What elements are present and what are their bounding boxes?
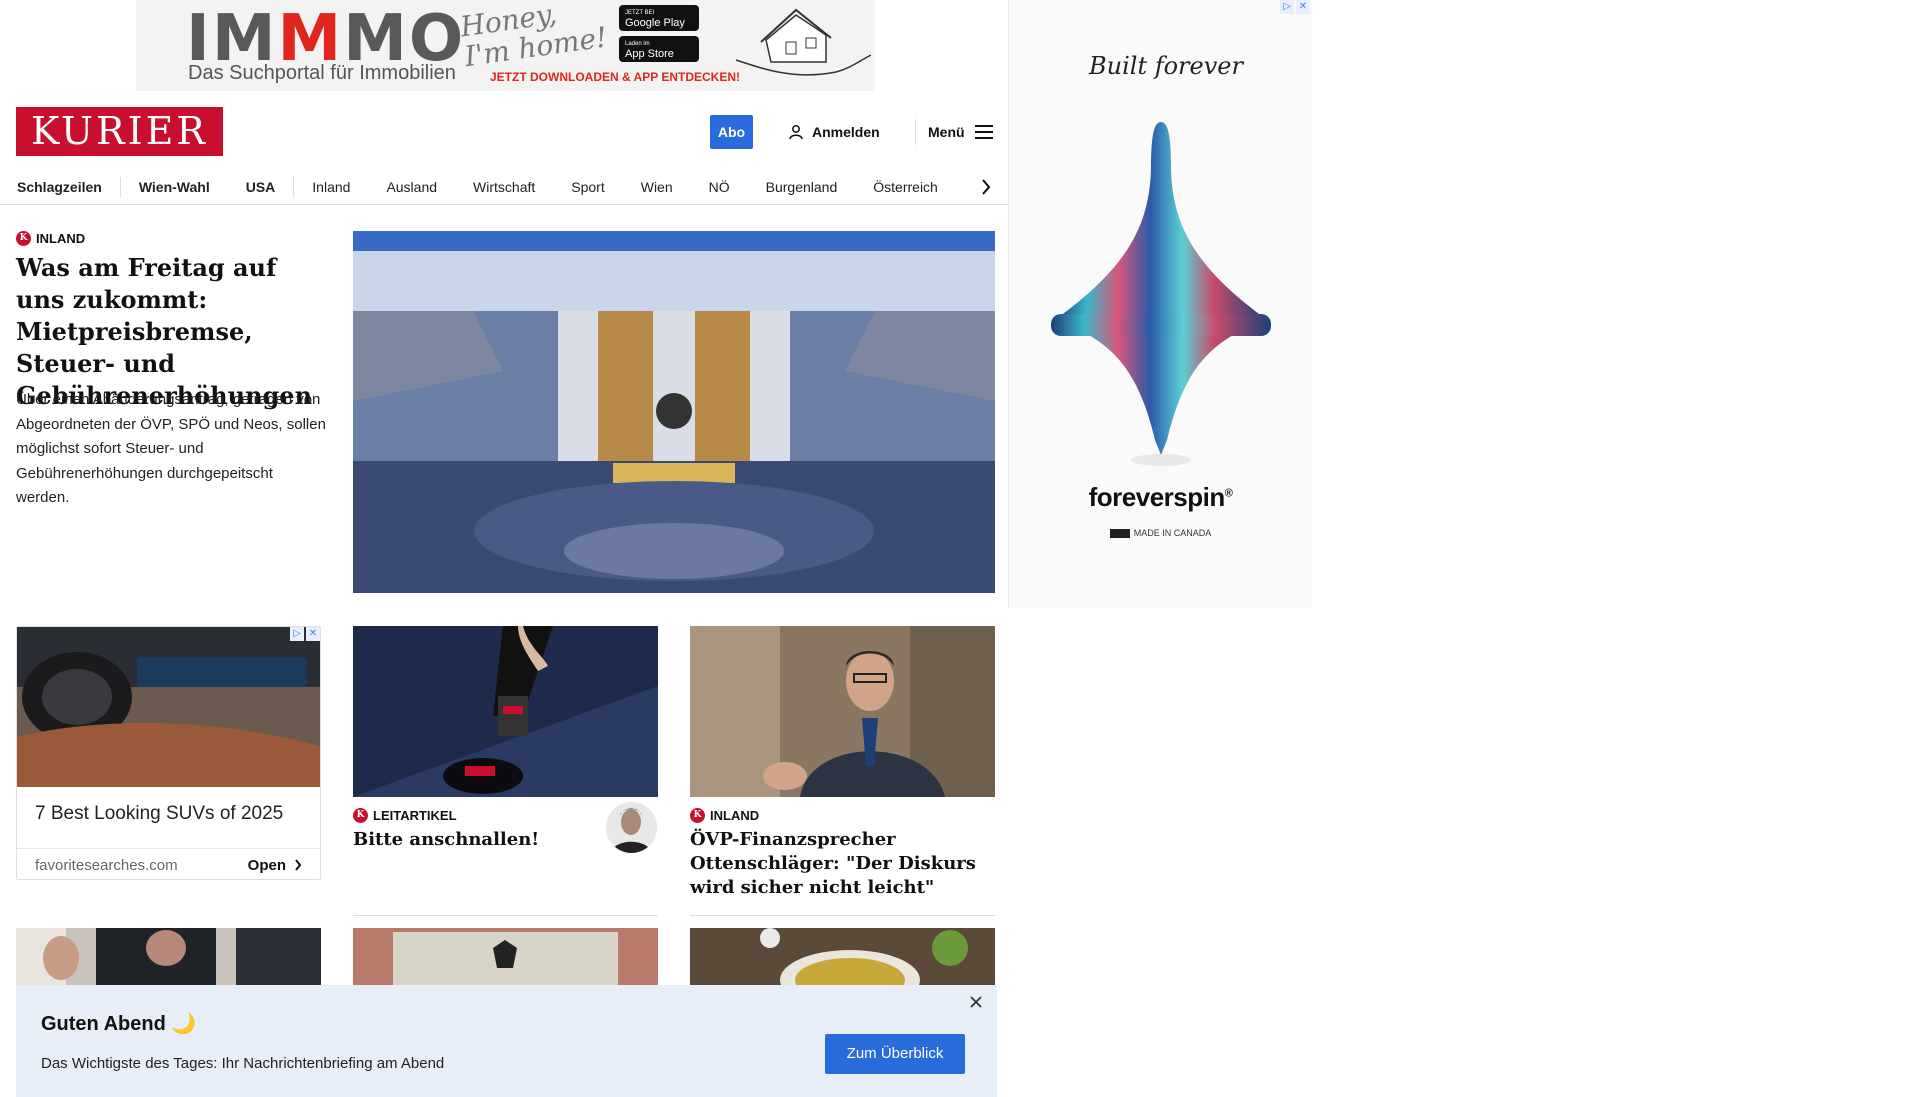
- close-icon[interactable]: [969, 995, 983, 1009]
- seatbelt-image: [353, 626, 658, 797]
- food-photo: [690, 928, 995, 986]
- hamburger-icon: [974, 125, 993, 139]
- emblem-photo: [353, 928, 658, 986]
- author-avatar[interactable]: [606, 802, 657, 853]
- close-ad-icon[interactable]: ✕: [1296, 0, 1310, 14]
- evening-briefing-banner: Guten Abend 🌙 Das Wichtigste des Tages: …: [16, 985, 997, 1097]
- ad-choices[interactable]: ▷ ✕: [1280, 0, 1310, 14]
- card-kicker-label: INLAND: [710, 808, 760, 823]
- card-kicker: K LEITARTIKEL: [353, 808, 457, 823]
- main-navigation: Schlagzeilen Wien-Wahl USA Inland Auslan…: [0, 169, 1008, 205]
- politician-image: [690, 626, 995, 797]
- card-kicker-label: LEITARTIKEL: [373, 808, 457, 823]
- card-divider: [353, 915, 658, 916]
- ad-domain: favoritesearches.com: [35, 856, 178, 874]
- chevron-right-icon[interactable]: [980, 177, 992, 197]
- ad-open-button[interactable]: Open: [248, 857, 302, 874]
- ad-open-label: Open: [247, 856, 286, 874]
- soldiers-photo: [16, 928, 321, 986]
- header-divider: [915, 119, 916, 145]
- ad-title[interactable]: 7 Best Looking SUVs of 2025: [35, 803, 283, 825]
- kurier-logo[interactable]: KURIER: [16, 107, 223, 156]
- adchoices-icon[interactable]: ▷: [290, 627, 304, 641]
- foreverspin-logo: foreverspin®: [1088, 482, 1233, 512]
- row3-image-2[interactable]: [353, 928, 658, 986]
- lead-teaser: Über einen Abänderungsantrag, getragen v…: [16, 391, 326, 506]
- card-divider: [690, 915, 995, 916]
- app-store-badge[interactable]: Laden im App Store: [619, 36, 699, 62]
- kurier-k-icon: K: [353, 808, 368, 823]
- hand-house-illustration: [735, 8, 872, 76]
- sponsored-card[interactable]: ▷ ✕ 7 Best Looking SUVs of 2025 favorite…: [16, 626, 321, 880]
- nav-item-wirtschaft[interactable]: Wirtschaft: [455, 179, 553, 195]
- canada-flag-icon: [1109, 529, 1130, 539]
- top-banner-ad[interactable]: IMMMO Das Suchportal für Immobilien Hone…: [136, 0, 875, 91]
- lead-kicker: K INLAND: [16, 231, 85, 246]
- card-kicker: K INLAND: [690, 808, 759, 823]
- lead-kicker-label: INLAND: [36, 231, 86, 246]
- spinning-top-illustration: [1051, 122, 1271, 466]
- row3-image-1[interactable]: [16, 928, 321, 986]
- lead-image-parliament[interactable]: [353, 231, 995, 593]
- ad-tagline: Das Suchportal für Immobilien: [188, 62, 456, 84]
- user-icon: [789, 125, 803, 140]
- briefing-text: Das Wichtigste des Tages: Ihr Nachrichte…: [41, 1055, 445, 1072]
- nav-item-oesterreich[interactable]: Österreich: [855, 179, 956, 195]
- nav-item-wien[interactable]: Wien: [623, 179, 691, 195]
- briefing-title: Guten Abend 🌙: [41, 1013, 197, 1035]
- menu-button[interactable]: Menü: [928, 115, 993, 149]
- made-in-canada: MADE IN CANADA: [1009, 528, 1312, 539]
- seatbelt-photo: [353, 626, 658, 797]
- ad-footer: favoritesearches.com Open: [17, 848, 320, 879]
- adchoices-icon[interactable]: ▷: [1280, 0, 1294, 14]
- nav-item-inland[interactable]: Inland: [294, 179, 368, 195]
- nav-item-wien-wahl[interactable]: Wien-Wahl: [121, 179, 228, 195]
- ad-cta: JETZT DOWNLOADEN & APP ENTDECKEN!: [490, 70, 741, 84]
- ad-script-text: Honey, I'm home!: [458, 0, 610, 74]
- login-button[interactable]: Anmelden: [788, 115, 880, 149]
- close-ad-icon[interactable]: ✕: [306, 627, 320, 641]
- nav-item-noe[interactable]: NÖ: [691, 179, 748, 195]
- side-skyscraper-ad[interactable]: ▷ ✕ Built forever foreverspin® MADE IN C…: [1008, 0, 1312, 608]
- article-card[interactable]: K INLAND ÖVP-Finanzsprecher Ottenschläge…: [690, 626, 995, 916]
- row3-image-3[interactable]: [690, 928, 995, 986]
- nav-item-usa[interactable]: USA: [228, 179, 294, 195]
- car-interior-image: [17, 627, 320, 787]
- kurier-k-icon: K: [16, 231, 31, 246]
- card-headline[interactable]: ÖVP-Finanzsprecher Ottenschläger: "Der D…: [690, 828, 995, 900]
- kurier-k-icon: K: [690, 808, 705, 823]
- nav-item-ausland[interactable]: Ausland: [368, 179, 455, 195]
- login-label: Anmelden: [812, 124, 880, 140]
- author-portrait: [606, 802, 657, 853]
- nav-item-burgenland[interactable]: Burgenland: [748, 179, 856, 195]
- parliament-photo: [353, 231, 995, 593]
- abo-button[interactable]: Abo: [710, 115, 753, 149]
- card-headline[interactable]: Bitte anschnallen!: [353, 828, 593, 852]
- article-card[interactable]: K LEITARTIKEL Bitte anschnallen!: [353, 626, 658, 916]
- politician-photo: [690, 626, 995, 797]
- ad-signature: Built forever: [1089, 52, 1243, 80]
- briefing-overview-button[interactable]: Zum Überblick: [825, 1034, 965, 1074]
- menu-label: Menü: [928, 124, 965, 140]
- nav-item-sport[interactable]: Sport: [553, 179, 622, 195]
- chevron-right-icon: [295, 859, 302, 871]
- nav-item-schlagzeilen[interactable]: Schlagzeilen: [0, 179, 120, 195]
- site-header: KURIER Abo Anmelden Menü Schlagzeilen Wi…: [0, 91, 1008, 205]
- ad-choices[interactable]: ▷ ✕: [290, 627, 320, 641]
- google-play-badge[interactable]: JETZT BEI Google Play: [619, 5, 699, 31]
